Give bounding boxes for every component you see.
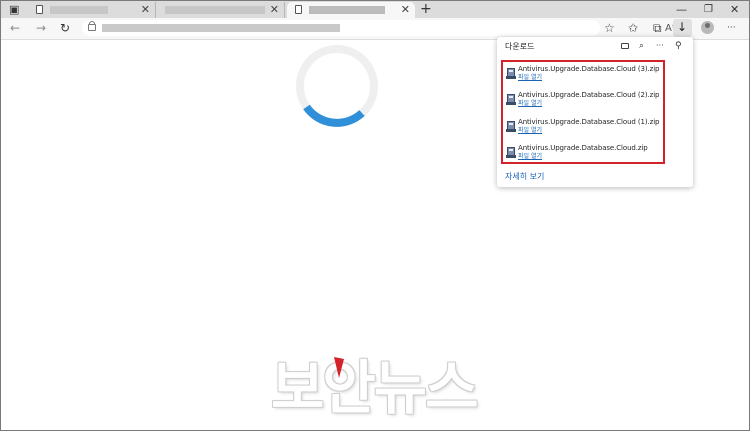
archive-file-icon	[506, 147, 516, 158]
open-file-link[interactable]: 파일 열기	[518, 73, 542, 82]
spinner-arc	[303, 104, 365, 127]
settings-more-icon[interactable]: ···	[727, 21, 736, 35]
download-icon: ↓	[677, 20, 688, 34]
tab-title-redacted	[165, 6, 265, 14]
open-file-link[interactable]: 파일 열기	[518, 99, 542, 108]
download-item[interactable]: Antivirus.Upgrade.Database.Cloud (3).zip…	[503, 63, 663, 89]
forward-button[interactable]: →	[36, 21, 46, 35]
tab-actions-icon[interactable]: ▣	[9, 3, 19, 16]
url-redacted	[102, 24, 340, 32]
archive-file-icon	[506, 121, 516, 132]
downloads-title: 다운로드	[505, 42, 535, 51]
minimize-button[interactable]: —	[676, 3, 687, 16]
page-icon	[295, 5, 302, 14]
lock-icon[interactable]	[88, 21, 96, 31]
downloads-button[interactable]: ↓	[673, 19, 692, 37]
tab-title-redacted	[309, 6, 385, 14]
close-window-button[interactable]: ✕	[730, 3, 739, 16]
download-item[interactable]: Antivirus.Upgrade.Database.Cloud (2).zip…	[503, 89, 663, 115]
add-favorite-icon[interactable]: ☆	[604, 21, 615, 35]
search-icon[interactable]: ⌕	[639, 40, 644, 52]
download-item[interactable]: Antivirus.Upgrade.Database.Cloud.zip 파일 …	[503, 142, 663, 168]
open-folder-icon[interactable]	[621, 43, 629, 49]
watermark-pin-icon	[334, 357, 344, 378]
new-tab-button[interactable]: +	[420, 1, 432, 17]
tab-1[interactable]: ✕	[28, 2, 156, 18]
tab-title-redacted	[50, 6, 108, 14]
profile-avatar[interactable]	[701, 21, 714, 34]
pin-icon[interactable]: ⚲	[675, 40, 682, 52]
more-options-icon[interactable]: ···	[656, 40, 664, 52]
refresh-button[interactable]: ↻	[60, 21, 70, 35]
address-bar[interactable]: Aˢ	[82, 20, 676, 36]
see-more-link[interactable]: 자세히 보기	[505, 171, 544, 182]
tab-2[interactable]: ✕	[157, 2, 285, 18]
archive-file-icon	[506, 68, 516, 79]
close-icon[interactable]: ✕	[141, 3, 150, 16]
archive-file-icon	[506, 94, 516, 105]
collections-icon[interactable]: ⧉	[653, 21, 662, 35]
open-file-link[interactable]: 파일 열기	[518, 126, 542, 135]
download-item[interactable]: Antivirus.Upgrade.Database.Cloud (1).zip…	[503, 116, 663, 142]
browser-window: ▣ ✕ ✕ ✕ + — ❐ ✕ ← → ↻ Aˢ ☆ ✩ ⧉ ↓ ··· 다운로…	[0, 0, 750, 431]
close-icon[interactable]: ✕	[401, 3, 410, 16]
favorites-icon[interactable]: ✩	[628, 21, 638, 35]
watermark-logo: 보안뉴스	[271, 354, 478, 422]
back-button[interactable]: ←	[10, 21, 20, 35]
tab-strip: ▣ ✕ ✕ ✕ + — ❐ ✕	[1, 1, 749, 18]
page-icon	[36, 5, 43, 14]
loading-spinner	[296, 45, 378, 127]
downloads-panel: 다운로드 ⌕ ··· ⚲ Antivirus.Upgrade.Database.…	[497, 37, 693, 187]
open-file-link[interactable]: 파일 열기	[518, 152, 542, 161]
download-list-highlight: Antivirus.Upgrade.Database.Cloud (3).zip…	[501, 60, 665, 164]
close-icon[interactable]: ✕	[270, 3, 279, 16]
tab-3-active[interactable]: ✕	[287, 2, 415, 18]
maximize-button[interactable]: ❐	[704, 3, 713, 16]
